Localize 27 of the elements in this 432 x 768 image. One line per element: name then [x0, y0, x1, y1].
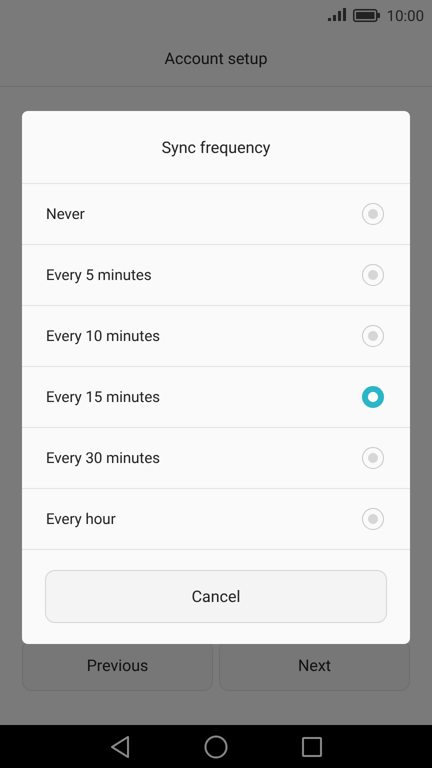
dialog-title: Sync frequency	[162, 138, 270, 156]
option-row[interactable]: Every 10 minutes	[22, 306, 410, 367]
radio-button[interactable]	[362, 203, 384, 225]
radio-button[interactable]	[362, 386, 384, 408]
option-row[interactable]: Every 30 minutes	[22, 428, 410, 489]
screen-title: Account setup	[164, 49, 268, 68]
option-label: Every 15 minutes	[46, 388, 160, 406]
option-label: Every 10 minutes	[46, 327, 160, 345]
back-icon[interactable]	[110, 736, 130, 758]
battery-icon	[352, 9, 380, 22]
option-row[interactable]: Every 15 minutes	[22, 367, 410, 428]
option-row[interactable]: Every 5 minutes	[22, 245, 410, 306]
status-time: 10:00	[386, 6, 424, 24]
home-icon[interactable]	[204, 734, 228, 758]
cancel-button[interactable]: Cancel	[45, 570, 387, 623]
radio-button[interactable]	[362, 447, 384, 469]
radio-button[interactable]	[362, 325, 384, 347]
radio-button[interactable]	[362, 264, 384, 286]
option-label: Every 5 minutes	[46, 266, 152, 284]
recents-icon[interactable]	[302, 736, 322, 756]
option-row[interactable]: Never	[22, 184, 410, 245]
signal-icon	[328, 8, 346, 21]
radio-button[interactable]	[362, 508, 384, 530]
option-label: Every hour	[46, 510, 116, 528]
option-row[interactable]: Every hour	[22, 489, 410, 550]
option-label: Every 30 minutes	[46, 449, 160, 467]
option-label: Never	[46, 205, 85, 223]
